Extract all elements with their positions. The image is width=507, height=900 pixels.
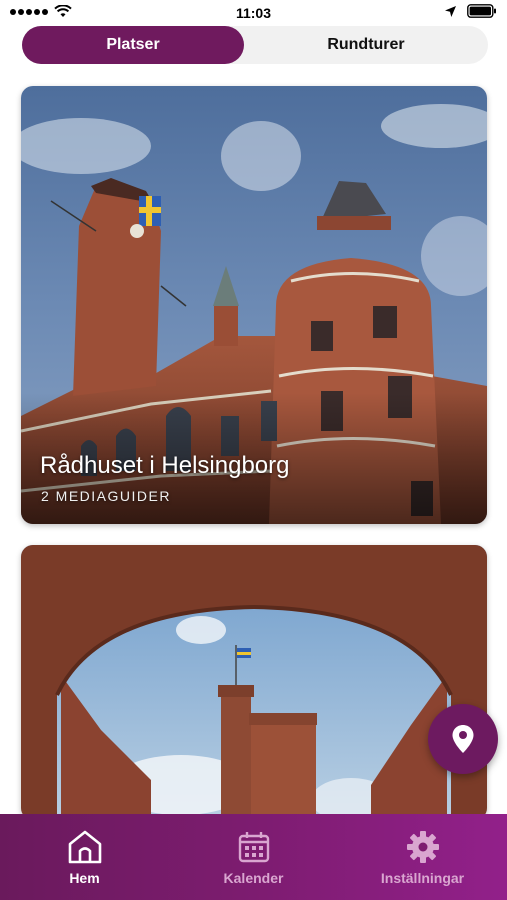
place-card[interactable]: Rådhuset i Helsingborg 2 MEDIAGUIDER: [21, 86, 487, 524]
battery-icon: [467, 4, 496, 18]
location-arrow-icon: [445, 5, 456, 17]
card-title: Rådhuset i Helsingborg: [40, 452, 290, 479]
tab-kalender[interactable]: Kalender: [169, 814, 338, 900]
map-pin-icon: [452, 725, 474, 753]
segment-rundturer[interactable]: Rundturer: [244, 26, 488, 64]
card-subtitle: 2 MEDIAGUIDER: [41, 488, 171, 504]
tab-label: Hem: [69, 870, 100, 886]
place-card[interactable]: [21, 545, 487, 820]
map-button[interactable]: [428, 704, 498, 774]
status-right: [444, 4, 497, 18]
status-bar: 11:03: [0, 0, 507, 26]
tab-label: Inställningar: [380, 870, 465, 886]
tab-bar: Hem Kalender Inställningar: [0, 814, 507, 900]
calendar-icon: [238, 832, 269, 863]
tab-hem[interactable]: Hem: [0, 814, 169, 900]
place-image: [21, 545, 487, 820]
status-time: 11:03: [235, 5, 272, 21]
segment-platser[interactable]: Platser: [22, 26, 244, 64]
home-icon: [68, 830, 101, 864]
gear-icon: [406, 831, 439, 863]
segmented-control: Platser Rundturer: [22, 26, 488, 64]
tab-label: Kalender: [223, 870, 284, 886]
tab-installningar[interactable]: Inställningar: [338, 814, 507, 900]
